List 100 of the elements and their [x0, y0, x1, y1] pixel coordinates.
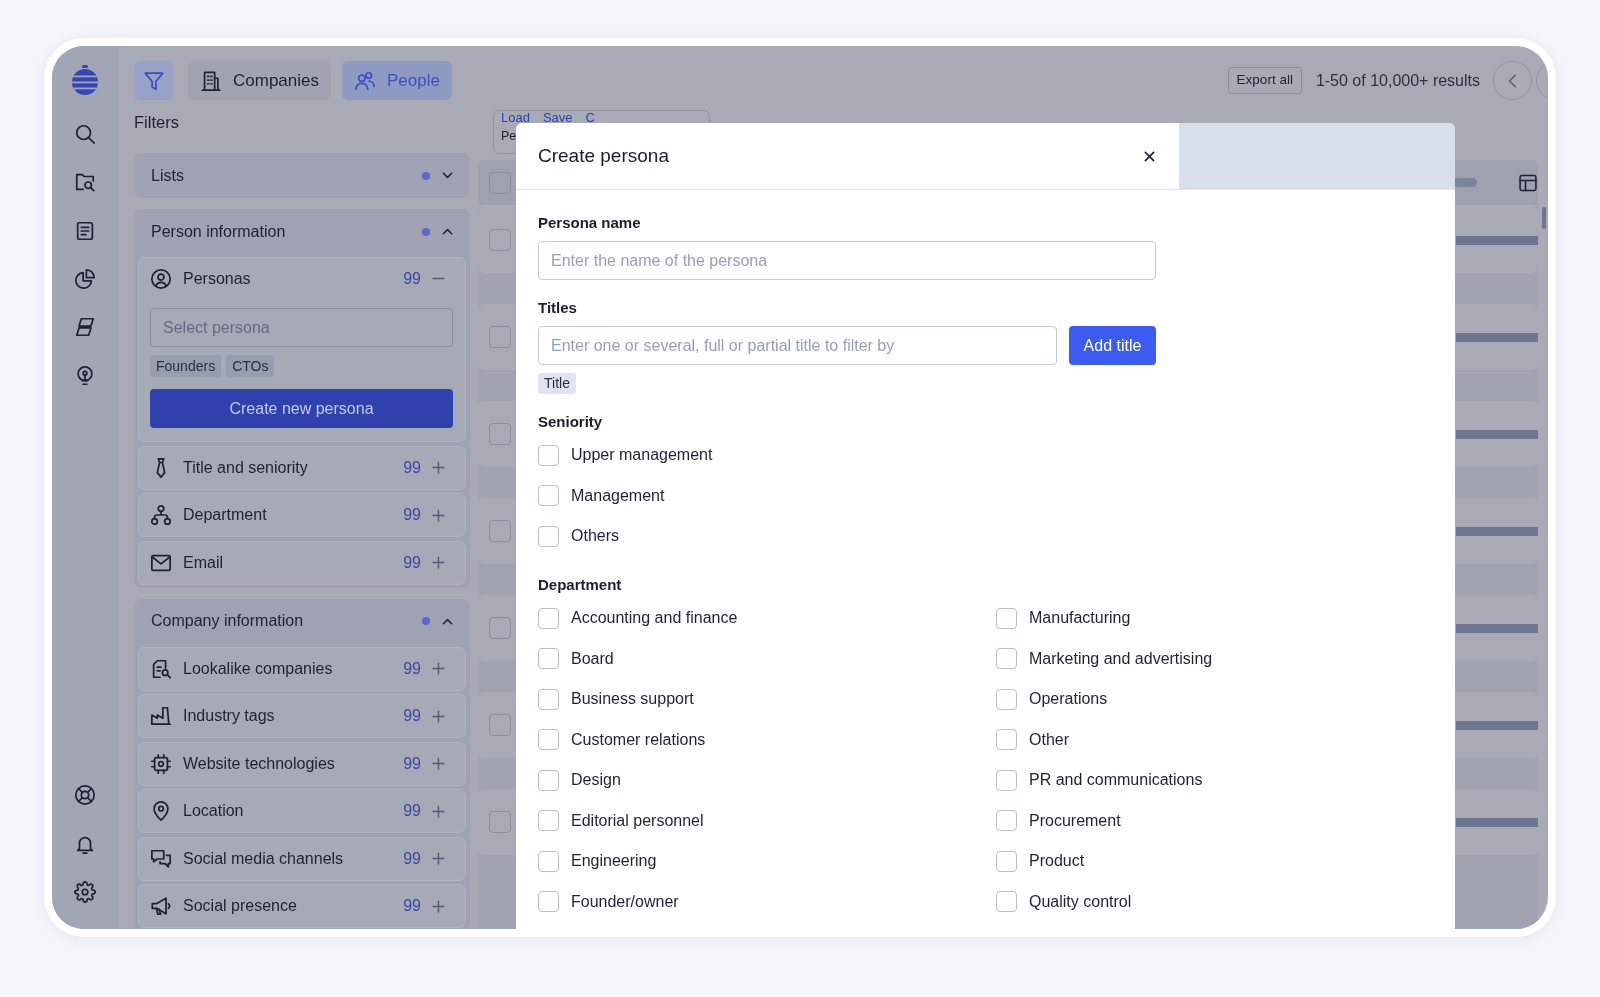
location-pin-icon: [150, 800, 172, 822]
checkbox[interactable]: [996, 810, 1017, 832]
checkbox[interactable]: [538, 769, 559, 791]
checkbox[interactable]: [538, 810, 559, 832]
row-checkbox[interactable]: [489, 617, 511, 639]
checkbox[interactable]: [538, 607, 559, 629]
add-title-button[interactable]: Add title: [1069, 326, 1156, 365]
search-icon[interactable]: [73, 123, 96, 146]
checkbox-label[interactable]: Procurement: [1029, 808, 1121, 833]
filter-count: 99: [403, 753, 421, 774]
plus-icon[interactable]: [432, 461, 445, 474]
hierarchy-icon: [150, 504, 172, 526]
checkbox[interactable]: [538, 850, 559, 872]
checkbox[interactable]: [538, 485, 559, 507]
plus-icon[interactable]: [432, 508, 445, 522]
checkbox[interactable]: [996, 607, 1017, 629]
section-title[interactable]: Lists: [151, 163, 184, 188]
checkbox-label[interactable]: Engineering: [571, 849, 657, 874]
checkbox[interactable]: [996, 648, 1017, 670]
plus-icon[interactable]: [432, 899, 445, 913]
checkbox[interactable]: [996, 729, 1017, 751]
plus-icon[interactable]: [432, 852, 445, 865]
row-checkbox[interactable]: [489, 326, 511, 348]
checkbox[interactable]: [996, 769, 1017, 791]
filter-icon: [142, 69, 165, 92]
checkbox-label[interactable]: Operations: [1029, 687, 1108, 712]
row-checkbox[interactable]: [489, 229, 511, 251]
checkbox[interactable]: [996, 688, 1017, 710]
checkbox-label[interactable]: Founder/owner: [571, 889, 679, 914]
scrollbar-thumb[interactable]: [1542, 207, 1546, 229]
checkbox-label[interactable]: Upper management: [571, 443, 713, 468]
export-button[interactable]: Export all: [1227, 67, 1302, 94]
lifebuoy-icon[interactable]: [73, 784, 96, 807]
titles-field[interactable]: Enter one or several, full or partial title to filter by: [538, 326, 1057, 365]
checkbox-label[interactable]: Design: [571, 768, 621, 793]
checkbox-label[interactable]: Other: [1029, 727, 1069, 752]
filter-label[interactable]: Social presence: [183, 894, 297, 918]
filter-label[interactable]: Title and seniority: [183, 455, 308, 480]
checkbox-label[interactable]: Management: [571, 483, 665, 508]
close-icon[interactable]: [1144, 150, 1155, 162]
checkbox-label[interactable]: Product: [1029, 849, 1085, 874]
filter-label[interactable]: Lookalike companies: [183, 656, 333, 681]
checkbox-label[interactable]: Others: [571, 524, 619, 549]
tab[interactable]: Companies: [188, 61, 331, 100]
section-title[interactable]: Company information: [151, 609, 304, 633]
field-label: Department: [538, 576, 622, 594]
persona-tag[interactable]: Founders: [150, 355, 222, 377]
filter-toggle-button[interactable]: [134, 61, 173, 100]
chevron-up-icon[interactable]: [442, 226, 453, 237]
plus-icon[interactable]: [432, 662, 445, 675]
checkbox[interactable]: [538, 891, 559, 913]
document-search-icon: [150, 657, 172, 680]
checkbox[interactable]: [996, 850, 1017, 872]
text-link[interactable]: C: [585, 112, 595, 123]
checkbox[interactable]: [538, 729, 559, 751]
filter-label[interactable]: Email: [183, 550, 223, 575]
checkbox-label[interactable]: Editorial personnel: [571, 808, 704, 833]
row-checkbox[interactable]: [489, 520, 511, 542]
checkbox-label[interactable]: PR and communications: [1029, 768, 1203, 793]
row-checkbox[interactable]: [489, 423, 511, 445]
title-tag[interactable]: Title: [538, 373, 576, 394]
persona-tag[interactable]: CTOs: [226, 355, 275, 377]
create-persona-button[interactable]: Create new persona: [150, 389, 453, 428]
filter-label[interactable]: Department: [183, 503, 267, 527]
checkbox[interactable]: [538, 648, 559, 670]
checkbox[interactable]: [538, 525, 559, 547]
filter-label[interactable]: Personas: [183, 266, 251, 291]
plus-icon[interactable]: [432, 757, 445, 770]
layers-icon[interactable]: [73, 316, 96, 339]
checkbox-label[interactable]: Customer relations: [571, 727, 706, 752]
filter-count: 99: [403, 801, 421, 821]
section-title[interactable]: Person information: [151, 219, 286, 244]
checkbox-label[interactable]: Marketing and advertising: [1029, 646, 1213, 671]
checkbox[interactable]: [996, 891, 1017, 913]
checkbox-label[interactable]: Quality control: [1029, 889, 1132, 914]
checkbox-label[interactable]: Accounting and finance: [571, 606, 738, 631]
checkbox-label[interactable]: Board: [571, 646, 614, 671]
filter-label[interactable]: Industry tags: [183, 704, 275, 728]
plus-icon[interactable]: [432, 804, 445, 818]
row-checkbox[interactable]: [489, 811, 511, 833]
settings-icon[interactable]: [73, 880, 96, 903]
text-link[interactable]: Load: [501, 112, 530, 123]
checkbox-label[interactable]: Business support: [571, 687, 694, 712]
filter-label[interactable]: Website technologies: [183, 751, 335, 776]
plus-icon[interactable]: [432, 709, 445, 723]
chevron-down-icon[interactable]: [442, 170, 453, 181]
persona-select-field[interactable]: Select persona: [150, 308, 453, 347]
filter-label[interactable]: Social media channels: [183, 846, 344, 871]
filter-count: 99: [403, 706, 421, 726]
row-checkbox[interactable]: [489, 714, 511, 736]
checkbox-label[interactable]: Manufacturing: [1029, 606, 1131, 631]
persona-name-field[interactable]: Enter the name of the persona: [538, 241, 1156, 280]
checkbox[interactable]: [538, 444, 559, 466]
text-link[interactable]: Save: [542, 112, 573, 123]
pie-chart-icon[interactable]: [73, 268, 96, 291]
filter-label[interactable]: Location: [183, 799, 244, 823]
plus-icon[interactable]: [432, 556, 445, 569]
checkbox[interactable]: [538, 688, 559, 710]
table-layout-icon[interactable]: [1518, 172, 1538, 193]
folder-search-icon[interactable]: [73, 171, 96, 194]
